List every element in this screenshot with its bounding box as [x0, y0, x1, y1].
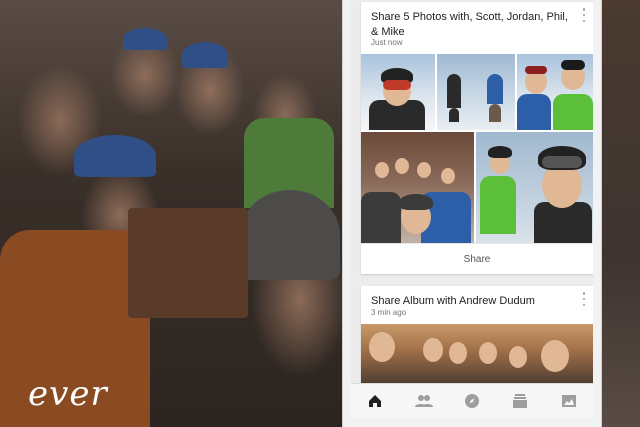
background-group-photo: ever	[0, 0, 342, 427]
share-button[interactable]: Share	[361, 243, 593, 274]
album-cover-photo[interactable]	[361, 324, 593, 383]
nav-albums[interactable]	[505, 386, 535, 416]
photos-icon	[561, 395, 576, 407]
nav-photos[interactable]	[554, 386, 584, 416]
card-timestamp: 3 min ago	[371, 308, 407, 317]
table-shape	[128, 208, 248, 318]
photo-thumbnail[interactable]	[437, 54, 515, 130]
app-screen: Share 5 Photos with, Scott, Jordan, Phil…	[351, 0, 593, 383]
card-timestamp: Just now	[371, 38, 403, 47]
photo-thumbnail[interactable]	[361, 54, 435, 130]
bottom-navigation	[351, 383, 593, 418]
blue-beanie-shape	[123, 28, 167, 50]
blue-beanie-shape	[74, 135, 156, 177]
card-title: Share Album with Andrew Dudum	[371, 295, 535, 307]
blue-beanie-shape	[182, 42, 228, 68]
home-icon	[369, 395, 382, 407]
photo-thumbnail[interactable]	[361, 132, 474, 244]
people-icon	[414, 395, 433, 407]
nav-people[interactable]	[409, 386, 439, 416]
card-title: Share 5 Photos with, Scott, Jordan, Phil…	[371, 11, 568, 38]
background-right-strip	[600, 0, 640, 427]
nav-home[interactable]	[360, 386, 390, 416]
compass-icon	[464, 394, 479, 408]
card-menu-icon[interactable]	[581, 8, 587, 22]
ever-logo: ever	[28, 374, 108, 414]
phone-frame: Share 5 Photos with, Scott, Jordan, Phil…	[342, 0, 602, 427]
share-suggestion-card: Share 5 Photos with, Scott, Jordan, Phil…	[361, 2, 593, 274]
photo-thumbnail[interactable]	[476, 132, 593, 244]
nav-explore[interactable]	[457, 386, 487, 416]
share-album-card: Share Album with Andrew Dudum 3 min ago	[361, 286, 593, 383]
photo-thumbnail[interactable]	[517, 54, 593, 130]
card-menu-icon[interactable]	[581, 292, 587, 306]
albums-icon	[513, 394, 528, 408]
grey-beanie-shape	[240, 190, 340, 280]
